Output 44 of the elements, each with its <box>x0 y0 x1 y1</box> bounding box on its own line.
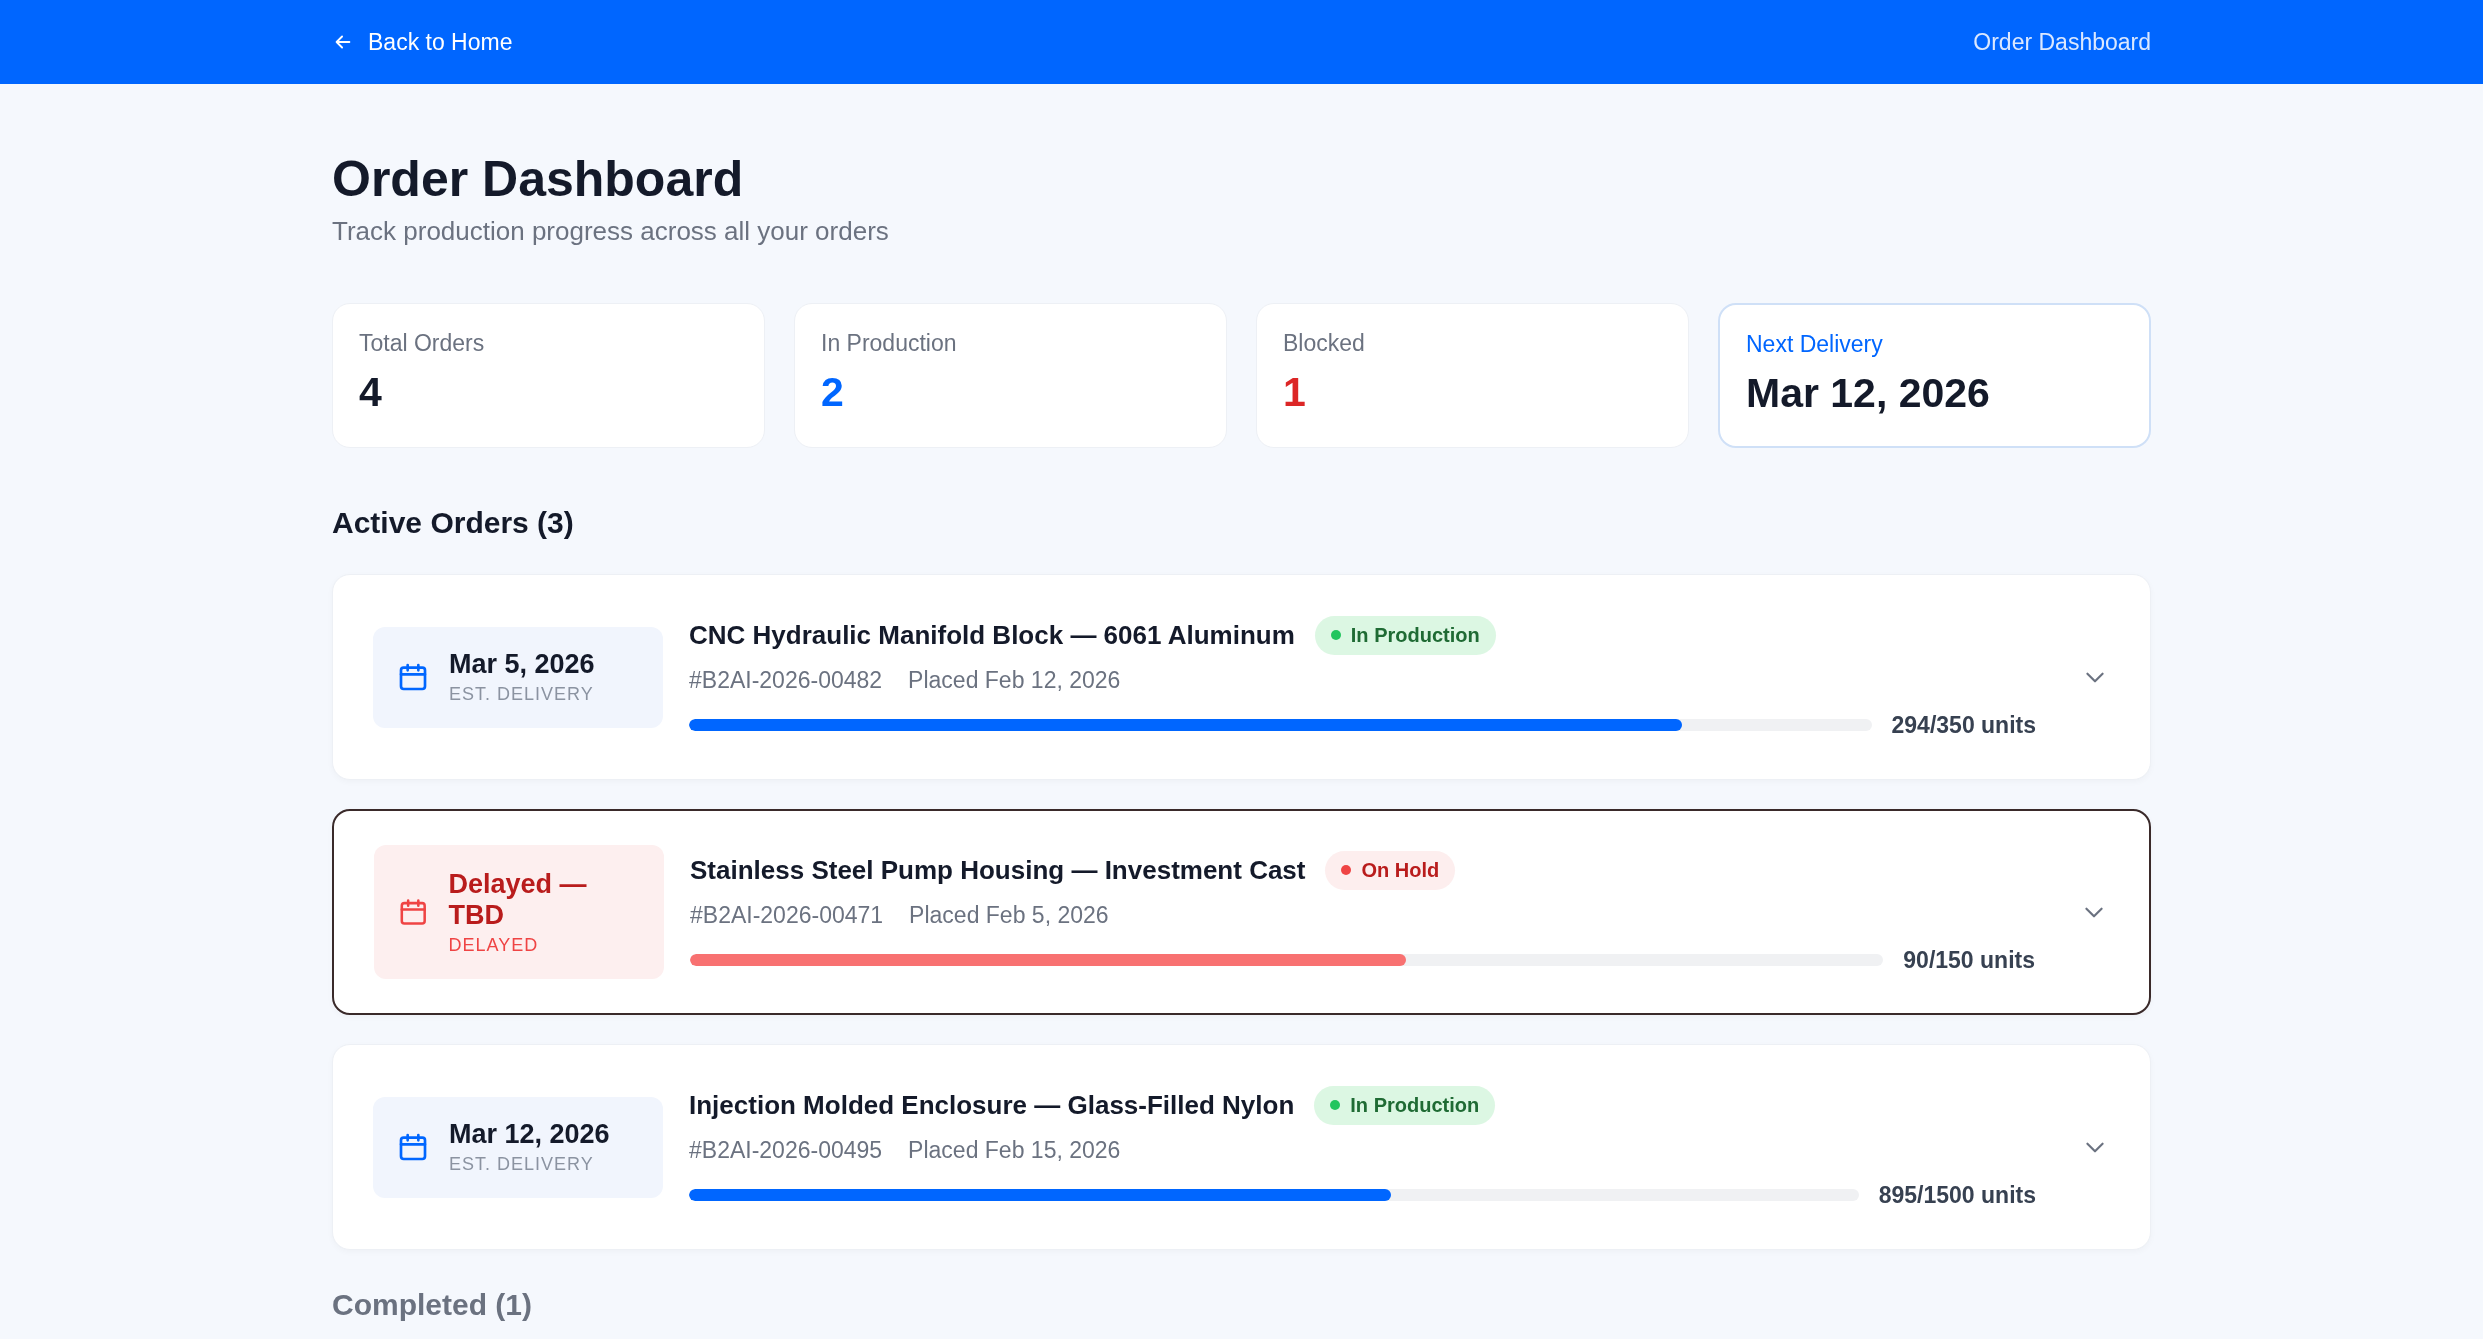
delivery-date: Mar 5, 2026 <box>449 649 595 680</box>
back-link[interactable]: Back to Home <box>332 28 513 56</box>
placed-date: Placed Feb 5, 2026 <box>909 901 1109 929</box>
status-dot-icon <box>1330 1100 1341 1110</box>
units-count: 90/150 units <box>1903 946 2035 974</box>
placed-date: Placed Feb 12, 2026 <box>908 666 1121 694</box>
status-dot-icon <box>1341 865 1352 875</box>
delivery-date: Mar 12, 2026 <box>449 1119 610 1150</box>
calendar-icon <box>397 1131 429 1163</box>
page-subtitle: Track production progress across all your orders <box>332 216 890 247</box>
stat-label: Blocked <box>1283 330 1366 357</box>
status-dot-icon <box>1330 630 1341 640</box>
status-badge: On Hold <box>1325 850 1456 890</box>
order-title: Stainless Steel Pump Housing — Investment Cast <box>690 854 1306 886</box>
order-title: Injection Molded Enclosure — Glass-Filled Nylon <box>689 1089 1295 1121</box>
stat-value: Mar 12, 2026 <box>1746 370 1991 417</box>
section-heading: Completed (1) <box>332 1288 533 1322</box>
units-count: 895/1500 units <box>1878 1181 2036 1209</box>
stat-label: In Production <box>821 330 958 357</box>
delivery-caption: DELAYED <box>448 934 540 956</box>
delivery-date: Delayed — TBD <box>448 868 588 931</box>
order-card[interactable]: Delayed — TBD DELAYED Stainless Steel Pump Housing — Investment Cast On Hold #B2AI-2026-00471 Placed Feb 5, 2026 90/150 units <box>332 809 2151 1015</box>
stat-value: 4 <box>359 369 383 416</box>
stat-label: Total Orders <box>359 330 486 357</box>
page-label: Order Dashboard <box>1973 28 2151 56</box>
order-card[interactable]: Mar 12, 2026 EST. DELIVERY Injection Molded Enclosure — Glass-Filled Nylon In Production #B2AI-2026-00495 Placed Feb 15, 2026 895/1500 units <box>332 1044 2151 1250</box>
order-id: #B2AI-2026-00482 <box>689 666 883 694</box>
order-card[interactable]: Mar 5, 2026 EST. DELIVERY CNC Hydraulic Manifold Block — 6061 Aluminum In Production #B2AI-2026-00482 Placed Feb 12, 2026 294/350 units <box>332 574 2151 780</box>
status-badge: In Production <box>1314 615 1496 655</box>
calendar-icon <box>398 896 429 928</box>
calendar-icon <box>397 661 429 693</box>
status-badge: In Production <box>1314 1085 1496 1125</box>
order-id: #B2AI-2026-00471 <box>690 901 884 929</box>
delivery-caption: EST. DELIVERY <box>449 684 595 705</box>
delivery-caption: EST. DELIVERY <box>449 1154 595 1175</box>
section-heading: Active Orders (3) <box>332 506 575 540</box>
page-title: Order Dashboard <box>332 150 745 208</box>
stat-label: Next Delivery <box>1746 331 1884 358</box>
order-id: #B2AI-2026-00495 <box>689 1136 883 1164</box>
order-title: CNC Hydraulic Manifold Block — 6061 Aluminum <box>689 619 1295 651</box>
stat-value: 1 <box>1283 369 1307 416</box>
units-count: 294/350 units <box>1891 711 2036 739</box>
placed-date: Placed Feb 15, 2026 <box>908 1136 1121 1164</box>
stat-value: 2 <box>821 369 845 416</box>
